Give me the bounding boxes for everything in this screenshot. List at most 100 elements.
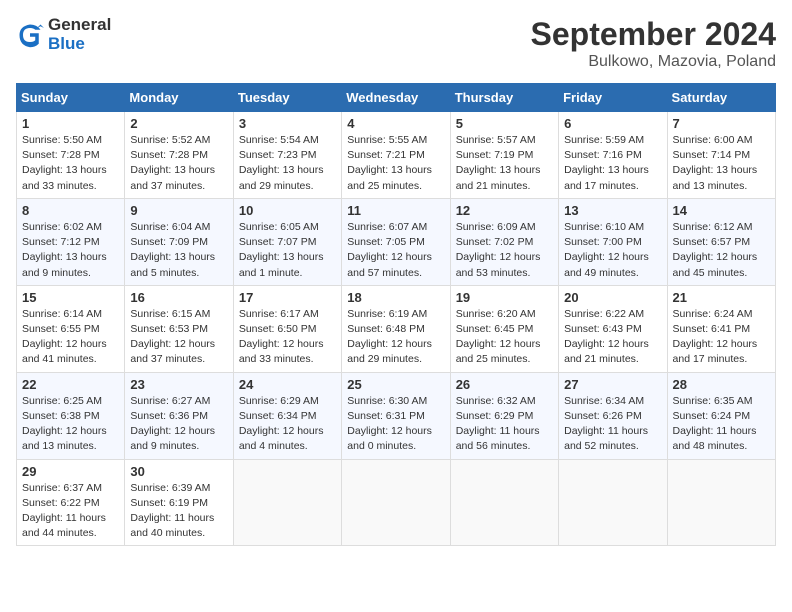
day-number: 12 xyxy=(456,203,553,218)
calendar-cell: 9Sunrise: 6:04 AMSunset: 7:09 PMDaylight… xyxy=(125,198,233,285)
day-number: 18 xyxy=(347,290,444,305)
day-info: Sunrise: 6:00 AMSunset: 7:14 PMDaylight:… xyxy=(673,133,770,194)
logo-icon xyxy=(16,21,44,49)
day-number: 26 xyxy=(456,377,553,392)
day-info: Sunrise: 5:57 AMSunset: 7:19 PMDaylight:… xyxy=(456,133,553,194)
day-number: 24 xyxy=(239,377,336,392)
day-number: 20 xyxy=(564,290,661,305)
day-number: 27 xyxy=(564,377,661,392)
calendar-cell: 24Sunrise: 6:29 AMSunset: 6:34 PMDayligh… xyxy=(233,372,341,459)
day-number: 28 xyxy=(673,377,770,392)
day-info: Sunrise: 6:34 AMSunset: 6:26 PMDaylight:… xyxy=(564,394,661,455)
calendar-cell: 22 Sunrise: 6:25 AMSunset: 6:38 PMDayligh… xyxy=(17,372,125,459)
calendar-cell: 16 Sunrise: 6:15 AMSunset: 6:53 PMDayligh… xyxy=(125,285,233,372)
calendar-week-row: 8Sunrise: 6:02 AMSunset: 7:12 PMDaylight… xyxy=(17,198,776,285)
day-number: 23 xyxy=(130,377,227,392)
day-number: 7 xyxy=(673,116,770,131)
day-number: 4 xyxy=(347,116,444,131)
calendar-cell: 30 Sunrise: 6:39 AMSunset: 6:19 PMDayligh… xyxy=(125,459,233,546)
calendar-cell: 29 Sunrise: 6:37 AMSunset: 6:22 PMDayligh… xyxy=(17,459,125,546)
calendar-cell xyxy=(450,459,558,546)
day-number: 14 xyxy=(673,203,770,218)
day-info: Sunrise: 5:50 AMSunset: 7:28 PMDaylight:… xyxy=(22,133,119,194)
logo-blue-text: Blue xyxy=(48,35,111,54)
page-subtitle: Bulkowo, Mazovia, Poland xyxy=(531,53,776,71)
day-info: Sunrise: 6:14 AMSunset: 6:55 PMDaylight:… xyxy=(22,307,119,368)
day-number: 22 xyxy=(22,377,119,392)
calendar-cell xyxy=(667,459,775,546)
calendar-cell: 25 Sunrise: 6:30 AMSunset: 6:31 PMDayligh… xyxy=(342,372,450,459)
day-number: 30 xyxy=(130,464,227,479)
calendar-cell xyxy=(559,459,667,546)
calendar-week-row: 22 Sunrise: 6:25 AMSunset: 6:38 PMDayligh… xyxy=(17,372,776,459)
day-info: Sunrise: 6:22 AMSunset: 6:43 PMDaylight:… xyxy=(564,307,661,368)
calendar-cell: 10 Sunrise: 6:05 AMSunset: 7:07 PMDayligh… xyxy=(233,198,341,285)
calendar-cell xyxy=(342,459,450,546)
day-info: Sunrise: 5:59 AMSunset: 7:16 PMDaylight:… xyxy=(564,133,661,194)
day-number: 13 xyxy=(564,203,661,218)
day-info: Sunrise: 6:02 AMSunset: 7:12 PMDaylight:… xyxy=(22,220,119,281)
day-info: Sunrise: 6:24 AMSunset: 6:41 PMDaylight:… xyxy=(673,307,770,368)
calendar-cell: 27 Sunrise: 6:34 AMSunset: 6:26 PMDayligh… xyxy=(559,372,667,459)
day-info: Sunrise: 6:35 AMSunset: 6:24 PMDaylight:… xyxy=(673,394,770,455)
day-number: 29 xyxy=(22,464,119,479)
col-header-friday: Friday xyxy=(559,84,667,112)
col-header-sunday: Sunday xyxy=(17,84,125,112)
day-number: 3 xyxy=(239,116,336,131)
calendar-cell: 18 Sunrise: 6:19 AMSunset: 6:48 PMDayligh… xyxy=(342,285,450,372)
calendar-cell: 20 Sunrise: 6:22 AMSunset: 6:43 PMDayligh… xyxy=(559,285,667,372)
calendar-cell xyxy=(233,459,341,546)
day-info: Sunrise: 6:12 AMSunset: 6:57 PMDaylight:… xyxy=(673,220,770,281)
calendar-cell: 23Sunrise: 6:27 AMSunset: 6:36 PMDayligh… xyxy=(125,372,233,459)
calendar-cell: 15 Sunrise: 6:14 AMSunset: 6:55 PMDayligh… xyxy=(17,285,125,372)
calendar-cell: 17 Sunrise: 6:17 AMSunset: 6:50 PMDayligh… xyxy=(233,285,341,372)
calendar-cell: 3Sunrise: 5:54 AMSunset: 7:23 PMDaylight… xyxy=(233,112,341,199)
day-number: 25 xyxy=(347,377,444,392)
calendar-cell: 12 Sunrise: 6:09 AMSunset: 7:02 PMDayligh… xyxy=(450,198,558,285)
day-number: 2 xyxy=(130,116,227,131)
day-info: Sunrise: 6:30 AMSunset: 6:31 PMDaylight:… xyxy=(347,394,444,455)
day-info: Sunrise: 6:20 AMSunset: 6:45 PMDaylight:… xyxy=(456,307,553,368)
calendar-cell: 26 Sunrise: 6:32 AMSunset: 6:29 PMDayligh… xyxy=(450,372,558,459)
title-block: September 2024 Bulkowo, Mazovia, Poland xyxy=(531,16,776,71)
day-info: Sunrise: 6:10 AMSunset: 7:00 PMDaylight:… xyxy=(564,220,661,281)
col-header-wednesday: Wednesday xyxy=(342,84,450,112)
day-number: 11 xyxy=(347,203,444,218)
day-number: 6 xyxy=(564,116,661,131)
calendar-week-row: 1Sunrise: 5:50 AMSunset: 7:28 PMDaylight… xyxy=(17,112,776,199)
day-info: Sunrise: 6:39 AMSunset: 6:19 PMDaylight:… xyxy=(130,481,227,542)
page-header: General Blue September 2024 Bulkowo, Maz… xyxy=(16,16,776,71)
calendar-week-row: 29 Sunrise: 6:37 AMSunset: 6:22 PMDayligh… xyxy=(17,459,776,546)
calendar-cell: 19Sunrise: 6:20 AMSunset: 6:45 PMDayligh… xyxy=(450,285,558,372)
day-info: Sunrise: 6:19 AMSunset: 6:48 PMDaylight:… xyxy=(347,307,444,368)
calendar-table: SundayMondayTuesdayWednesdayThursdayFrid… xyxy=(16,83,776,546)
logo-general-text: General xyxy=(48,16,111,35)
page-title: September 2024 xyxy=(531,16,776,53)
day-number: 21 xyxy=(673,290,770,305)
day-info: Sunrise: 5:55 AMSunset: 7:21 PMDaylight:… xyxy=(347,133,444,194)
day-info: Sunrise: 6:09 AMSunset: 7:02 PMDaylight:… xyxy=(456,220,553,281)
logo: General Blue xyxy=(16,16,111,53)
day-number: 17 xyxy=(239,290,336,305)
day-info: Sunrise: 5:52 AMSunset: 7:28 PMDaylight:… xyxy=(130,133,227,194)
day-info: Sunrise: 6:37 AMSunset: 6:22 PMDaylight:… xyxy=(22,481,119,542)
calendar-cell: 7 Sunrise: 6:00 AMSunset: 7:14 PMDaylight… xyxy=(667,112,775,199)
col-header-thursday: Thursday xyxy=(450,84,558,112)
calendar-cell: 28 Sunrise: 6:35 AMSunset: 6:24 PMDayligh… xyxy=(667,372,775,459)
day-info: Sunrise: 6:17 AMSunset: 6:50 PMDaylight:… xyxy=(239,307,336,368)
day-number: 16 xyxy=(130,290,227,305)
calendar-cell: 5 Sunrise: 5:57 AMSunset: 7:19 PMDaylight… xyxy=(450,112,558,199)
day-number: 15 xyxy=(22,290,119,305)
day-info: Sunrise: 6:05 AMSunset: 7:07 PMDaylight:… xyxy=(239,220,336,281)
calendar-cell: 2 Sunrise: 5:52 AMSunset: 7:28 PMDaylight… xyxy=(125,112,233,199)
day-info: Sunrise: 6:25 AMSunset: 6:38 PMDaylight:… xyxy=(22,394,119,455)
day-number: 9 xyxy=(130,203,227,218)
col-header-tuesday: Tuesday xyxy=(233,84,341,112)
day-number: 10 xyxy=(239,203,336,218)
day-info: Sunrise: 6:15 AMSunset: 6:53 PMDaylight:… xyxy=(130,307,227,368)
day-number: 5 xyxy=(456,116,553,131)
calendar-week-row: 15 Sunrise: 6:14 AMSunset: 6:55 PMDayligh… xyxy=(17,285,776,372)
day-info: Sunrise: 6:32 AMSunset: 6:29 PMDaylight:… xyxy=(456,394,553,455)
day-info: Sunrise: 6:07 AMSunset: 7:05 PMDaylight:… xyxy=(347,220,444,281)
calendar-cell: 1Sunrise: 5:50 AMSunset: 7:28 PMDaylight… xyxy=(17,112,125,199)
